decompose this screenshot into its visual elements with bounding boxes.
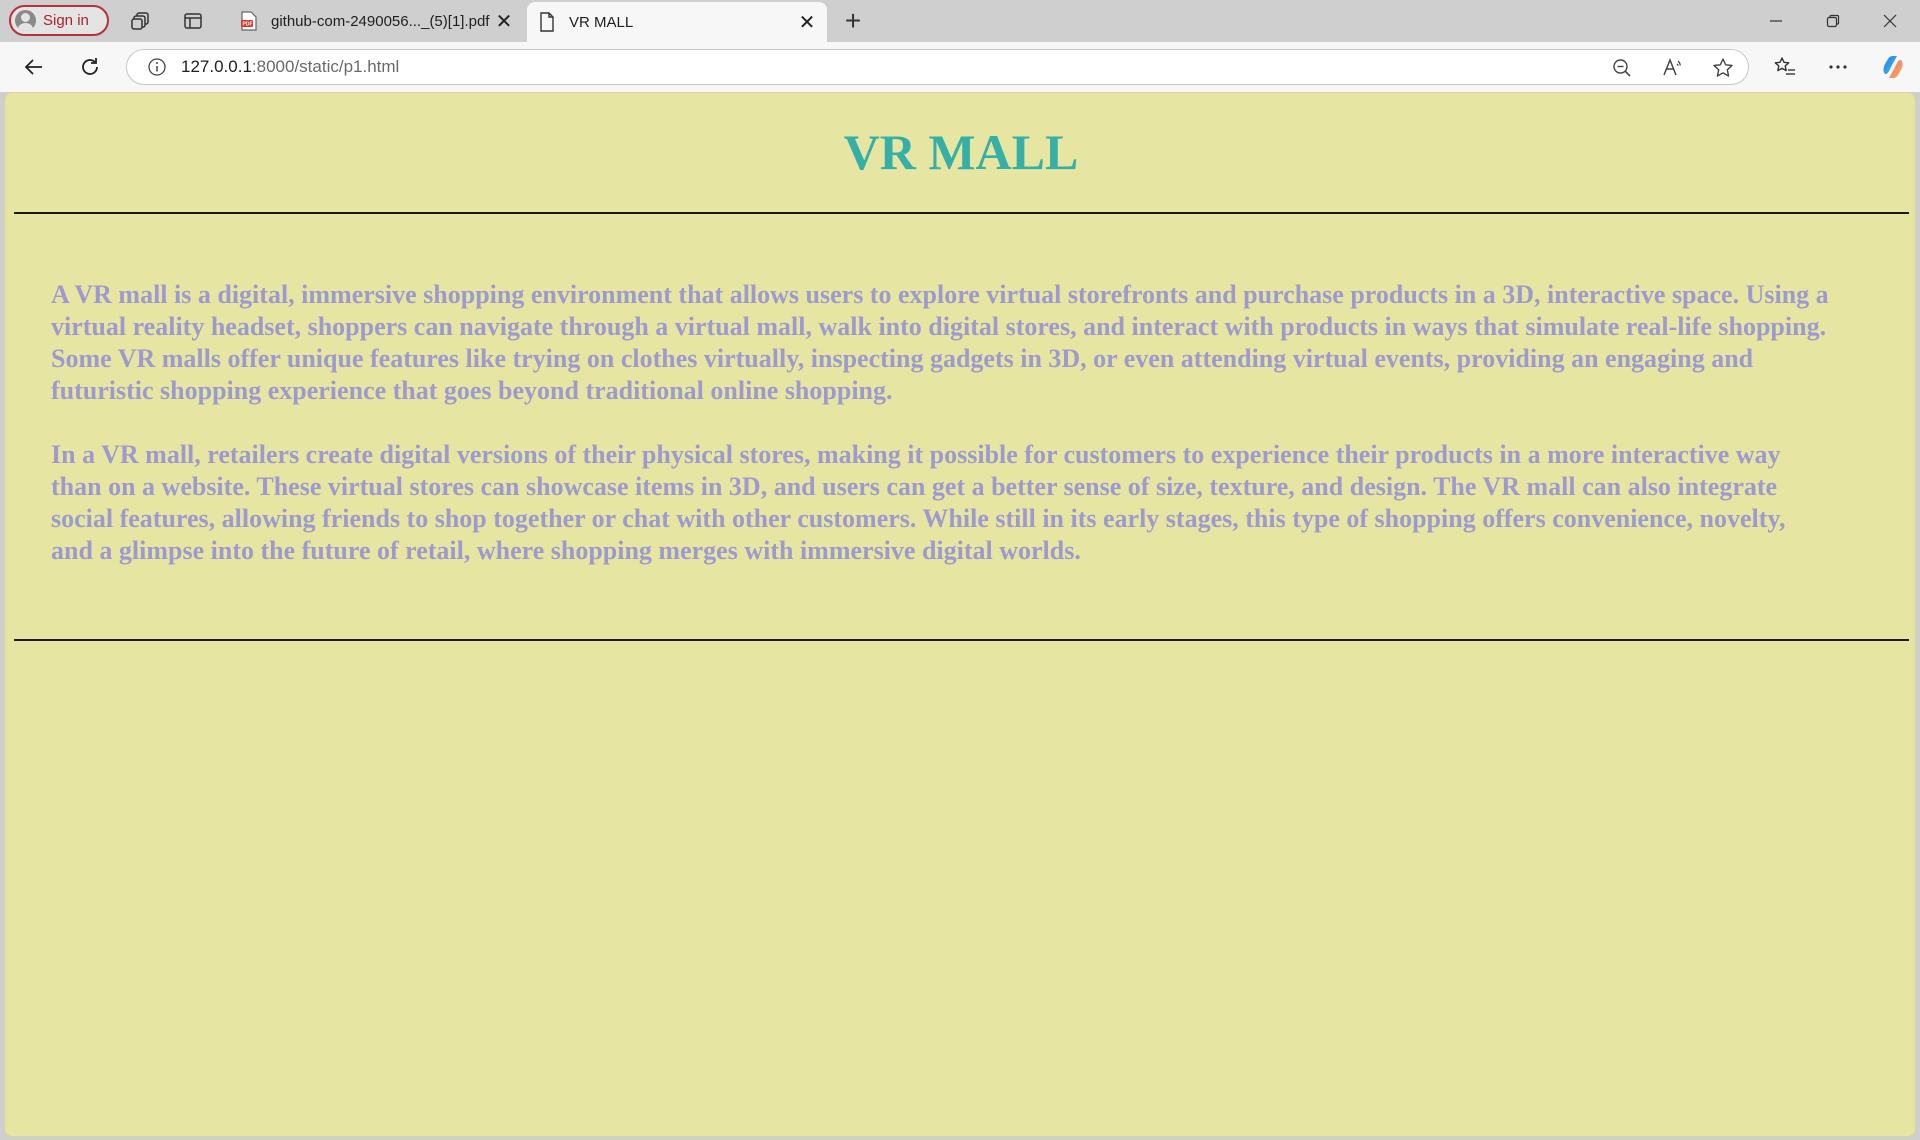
tab-title: github-com-2490056..._(5)[1].pdf: [271, 12, 490, 30]
paragraph-2: In a VR mall, retailers create digital v…: [51, 440, 1786, 565]
copilot-icon[interactable]: [1880, 54, 1906, 80]
horizontal-rule-top: [14, 212, 1909, 214]
favorite-star-icon[interactable]: [1712, 57, 1734, 79]
horizontal-rule-bottom: [14, 639, 1909, 641]
site-info-icon[interactable]: [147, 57, 167, 77]
browser-toolbar: 127.0.0.1:8000/static/p1.html: [0, 42, 1920, 92]
sign-in-label: Sign in: [43, 12, 89, 29]
close-window-icon[interactable]: [1872, 8, 1908, 34]
tab-title: VR MALL: [569, 13, 634, 31]
tab-pdf[interactable]: PDF github-com-2490056..._(5)[1].pdf ✕: [229, 0, 524, 42]
page-content: A VR mall is a digital, immersive shoppi…: [51, 279, 1831, 599]
pdf-icon: PDF: [239, 11, 259, 31]
read-aloud-icon[interactable]: [1662, 57, 1684, 79]
close-tab-icon[interactable]: ✕: [492, 9, 516, 33]
workspaces-icon[interactable]: [129, 9, 153, 33]
sign-in-button[interactable]: Sign in: [9, 5, 109, 36]
url-path: :8000/static/p1.html: [251, 57, 400, 76]
avatar-icon: [15, 10, 36, 31]
address-bar[interactable]: 127.0.0.1:8000/static/p1.html: [126, 49, 1749, 85]
back-arrow-icon[interactable]: [19, 52, 49, 82]
favorites-icon[interactable]: [1772, 54, 1798, 80]
page-icon: [537, 12, 557, 32]
close-tab-icon[interactable]: ✕: [795, 10, 819, 34]
tab-vr-mall[interactable]: VR MALL ✕: [527, 2, 827, 42]
minimize-icon[interactable]: [1758, 8, 1794, 34]
svg-text:PDF: PDF: [243, 22, 253, 28]
restore-icon[interactable]: [1815, 8, 1851, 34]
new-tab-button[interactable]: +: [840, 7, 866, 35]
zoom-out-icon[interactable]: [1611, 57, 1633, 79]
tab-strip: Sign in PDF github-com-2490056..._(5)[1]…: [0, 0, 1920, 42]
url-host: 127.0.0.1: [181, 57, 252, 76]
refresh-icon[interactable]: [75, 52, 105, 82]
paragraph-1: A VR mall is a digital, immersive shoppi…: [51, 280, 1829, 405]
url-text[interactable]: 127.0.0.1:8000/static/p1.html: [181, 57, 399, 77]
page-viewport: VR MALL A VR mall is a digital, immersiv…: [4, 92, 1916, 1137]
more-options-icon[interactable]: [1825, 54, 1851, 80]
tab-actions-icon[interactable]: [181, 9, 205, 33]
page-title: VR MALL: [843, 124, 1079, 180]
